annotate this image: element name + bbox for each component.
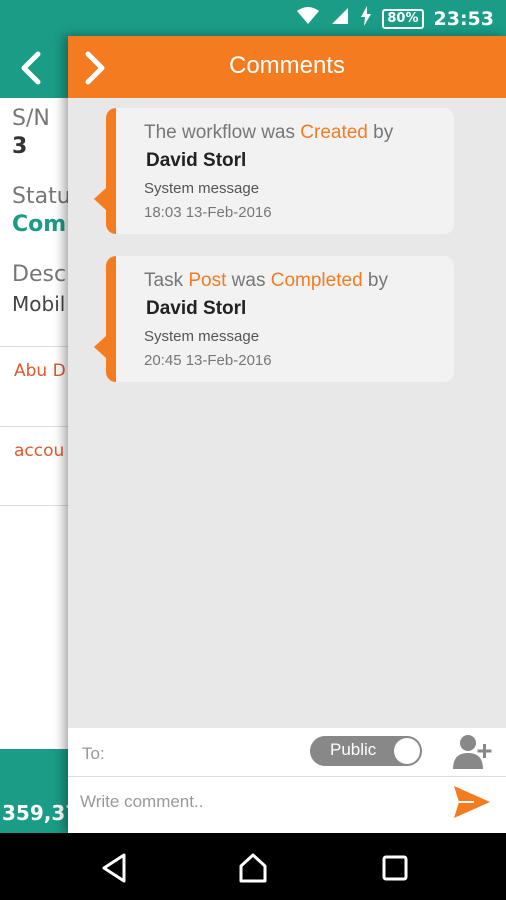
card-pointer	[94, 188, 106, 210]
comment-text: The workflow was Created by	[144, 122, 394, 143]
comments-panel: Comments The workflow was Created by Dav…	[68, 36, 506, 833]
card-pointer	[94, 336, 106, 358]
comment-composer: To: Public	[68, 728, 506, 833]
navigation-bar	[0, 833, 506, 900]
page-title: Comments	[228, 52, 346, 79]
comment-author[interactable]: David Storl	[146, 298, 246, 320]
sn-label: S/N	[12, 106, 50, 131]
comments-header: Comments	[68, 36, 506, 98]
comment-source: System message	[144, 328, 260, 345]
comment-input[interactable]	[80, 784, 440, 820]
signal-icon	[330, 6, 350, 31]
public-toggle[interactable]: Public	[310, 736, 422, 766]
home-icon[interactable]	[236, 851, 270, 885]
charging-icon	[360, 6, 372, 31]
back-arrow-icon[interactable]	[12, 48, 52, 88]
sn-value: 3	[12, 134, 28, 159]
toggle-label: Public	[330, 740, 377, 759]
description-label: Desc	[12, 262, 67, 287]
comment-card: The workflow was Created by David Storl …	[94, 108, 454, 234]
description-value: Mobil	[12, 292, 66, 316]
comment-timestamp: 18:03 13-Feb-2016	[144, 204, 272, 221]
back-icon[interactable]	[98, 851, 132, 885]
clock: 23:53	[433, 7, 494, 30]
toggle-knob	[394, 738, 420, 764]
comment-author[interactable]: David Storl	[146, 150, 246, 172]
comment-text: Task Post was Completed by	[144, 270, 388, 291]
status-bar: 80% 23:53	[0, 0, 506, 36]
comment-card: Task Post was Completed by David Storl S…	[94, 256, 454, 382]
to-label: To:	[82, 744, 105, 763]
status-label: Statu	[12, 184, 71, 209]
send-icon[interactable]	[452, 784, 492, 820]
recents-icon[interactable]	[378, 851, 412, 885]
divider	[68, 776, 506, 777]
battery-icon: 80%	[382, 8, 424, 29]
comment-timestamp: 20:45 13-Feb-2016	[144, 352, 272, 369]
wifi-icon	[296, 6, 320, 31]
add-person-icon[interactable]	[452, 732, 494, 770]
comment-source: System message	[144, 180, 260, 197]
